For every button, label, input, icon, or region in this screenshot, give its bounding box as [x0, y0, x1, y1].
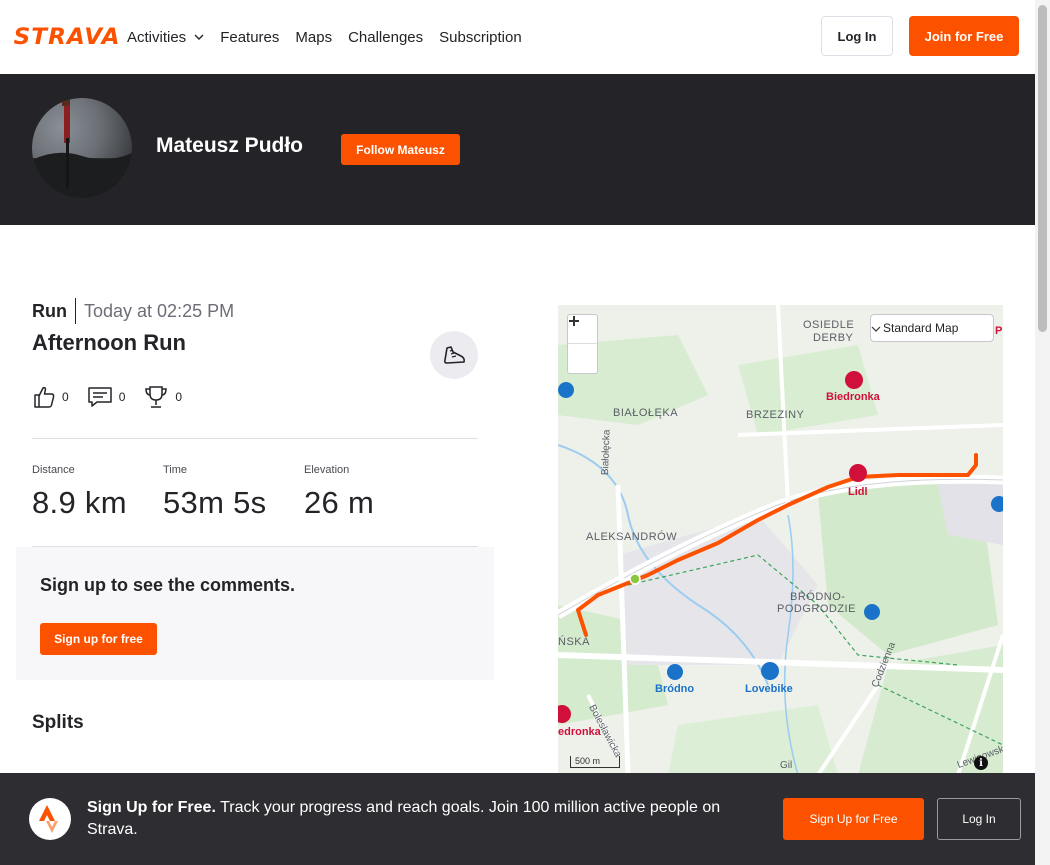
shoe-icon [443, 346, 465, 364]
map-info-icon[interactable]: i [974, 756, 988, 770]
chevron-down-icon [194, 34, 204, 40]
comments-count: 0 [118, 390, 126, 404]
zoom-out-button[interactable] [568, 320, 597, 373]
activity-date: Today at 02:25 PM [84, 300, 235, 321]
comments-signup-button[interactable]: Sign up for free [40, 623, 157, 655]
map-label: PODGRODZIE [777, 603, 856, 615]
stat-time: Time 53m 5s [163, 464, 272, 521]
cta-signup-button[interactable]: Sign Up for Free [783, 798, 924, 840]
kudos-group[interactable]: 0 [32, 385, 69, 409]
map-label: ŃSKA [558, 636, 590, 648]
nav-challenges[interactable]: Challenges [348, 29, 423, 46]
nav-subscription[interactable]: Subscription [439, 29, 522, 46]
thumbs-up-icon [34, 386, 55, 408]
activity-title: Afternoon Run [32, 330, 186, 355]
activity-meta: Run Today at 02:25 PM [32, 298, 234, 324]
comment-icon [87, 387, 112, 407]
kudos-count: 0 [62, 390, 69, 404]
map-scale: 500 m [570, 756, 620, 768]
strava-app-icon [29, 798, 71, 840]
stat-label: Elevation [304, 464, 350, 476]
avatar-photo [32, 98, 132, 198]
stat-value: 53m 5s [163, 485, 267, 520]
page: STRAVA Activities Features Maps Challeng… [0, 0, 1050, 865]
follow-button[interactable]: Follow Mateusz [341, 134, 460, 165]
map-label: BIAŁOŁĘKA [613, 407, 679, 419]
strava-logo[interactable]: STRAVA [14, 25, 120, 50]
comments-signup: Sign up to see the comments. Sign up for… [16, 547, 494, 680]
map-type-label: Standard Map [883, 321, 959, 335]
map-label: OSIEDLE [803, 319, 855, 331]
map-label: BRÓDNO- [790, 591, 846, 603]
splits-heading: Splits [32, 712, 84, 733]
strava-chevron-icon [39, 805, 58, 833]
activity-stats: Distance 8.9 km Time 53m 5s Elevation 26… [32, 464, 406, 521]
signup-cta-bar: Sign Up for Free. Track your progress an… [0, 773, 1035, 865]
poi-label[interactable]: Bródno [655, 683, 694, 695]
nav-maps[interactable]: Maps [295, 29, 332, 46]
avatar[interactable] [32, 98, 132, 198]
stat-label: Distance [32, 464, 75, 476]
cta-login-button[interactable]: Log In [937, 798, 1021, 840]
activity-map[interactable]: OSIEDLE DERBY BIAŁOŁĘKA BRZEZINY Białołę… [558, 305, 1003, 775]
map-label: ALEKSANDRÓW [586, 531, 678, 543]
stat-distance: Distance 8.9 km [32, 464, 131, 521]
map-label: Pi [995, 325, 1003, 337]
social-actions: 0 0 0 [32, 384, 200, 410]
stat-value: 8.9 km [32, 485, 127, 520]
achievements-count: 0 [175, 390, 183, 404]
stat-value: 26 m [304, 485, 375, 520]
chevron-down-icon [871, 326, 881, 332]
minus-icon [569, 320, 579, 322]
poi-label[interactable]: edronka [558, 726, 601, 738]
cta-text-bold: Sign Up for Free. [87, 799, 216, 816]
divider [32, 438, 478, 439]
map-label: BRZEZINY [746, 409, 805, 421]
map-type-select[interactable]: Standard Map [870, 314, 994, 342]
stat-elevation: Elevation 26 m [304, 464, 374, 521]
poi-label[interactable]: Lovebike [745, 683, 793, 695]
stat-label: Time [163, 464, 188, 476]
nav-features[interactable]: Features [220, 29, 279, 46]
map-label: DERBY [813, 332, 854, 344]
athlete-name[interactable]: Mateusz Pudło [156, 134, 303, 158]
nav-activities[interactable]: Activities [127, 29, 204, 46]
athlete-header: Mateusz Pudło Follow Mateusz [0, 74, 1035, 225]
scrollbar-thumb[interactable] [1038, 5, 1047, 332]
poi-label[interactable]: Lidl [848, 486, 868, 498]
gear-shoe-button[interactable] [430, 331, 478, 379]
join-button[interactable]: Join for Free [909, 16, 1019, 56]
login-button[interactable]: Log In [821, 16, 893, 56]
comments-group[interactable]: 0 [87, 385, 126, 409]
achievements-group[interactable]: 0 [143, 384, 182, 410]
map-label: Białołęcka [600, 429, 613, 476]
nav-actions: Log In Join for Free [821, 16, 1019, 56]
trophy-icon [145, 386, 168, 408]
nav-activities-label: Activities [127, 28, 187, 46]
poi-label[interactable]: Biedronka [826, 391, 880, 403]
map-label: Gil [780, 760, 793, 771]
cta-text: Sign Up for Free. Track your progress an… [87, 797, 767, 841]
comments-signup-heading: Sign up to see the comments. [40, 575, 296, 595]
activity-type: Run [32, 298, 76, 324]
route-start-marker [629, 573, 641, 585]
top-nav: STRAVA Activities Features Maps Challeng… [0, 0, 1035, 74]
zoom-controls [567, 314, 598, 374]
